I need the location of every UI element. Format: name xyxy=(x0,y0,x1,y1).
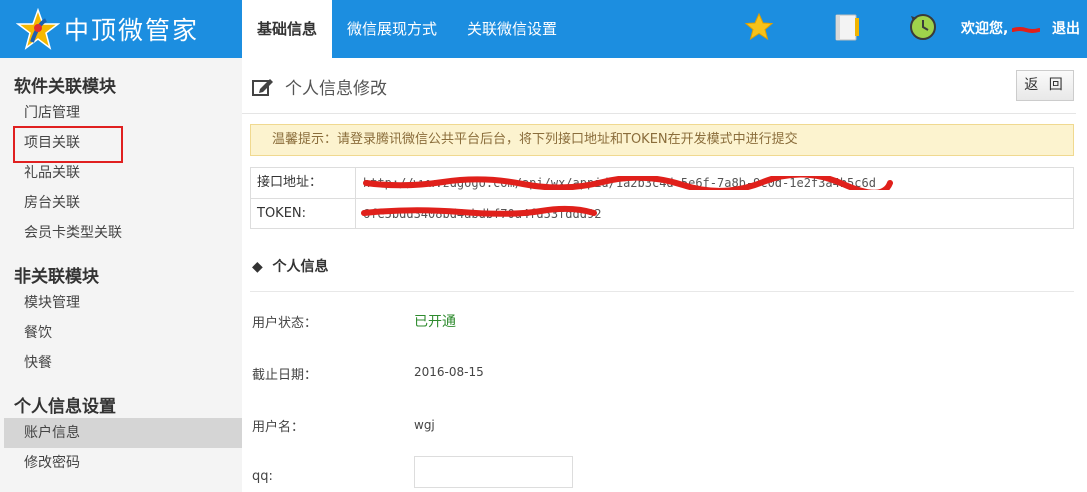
section-personal-info-title: 个人信息 xyxy=(272,259,329,275)
sidebar-item-dining[interactable]: 餐饮 xyxy=(0,318,242,348)
tab-wechat-settings[interactable]: 关联微信设置 xyxy=(452,0,572,58)
qq-input[interactable] xyxy=(414,456,573,488)
diamond-icon: ◆ xyxy=(252,259,273,275)
section-divider xyxy=(250,291,1074,292)
sidebar-section-unlinked: 非关联模块 xyxy=(14,267,99,287)
username-redaction xyxy=(1012,27,1040,33)
main-content: 个人信息修改 返 回 温馨提示：请登录腾讯微信公共平台后台，将下列接口地址和TO… xyxy=(242,58,1087,492)
edit-icon xyxy=(252,79,273,96)
sidebar-item-account-info[interactable]: 账户信息 xyxy=(4,418,242,448)
username-value: wgj xyxy=(414,418,435,432)
app-logo[interactable]: 中顶微管家 xyxy=(16,8,199,50)
section-personal-info: ◆ 个人信息 xyxy=(252,256,329,276)
interface-url-row: 接口地址： http://www.zdgogo.com/api/wx/appid… xyxy=(251,168,1073,198)
history-icon[interactable] xyxy=(908,12,938,42)
tab-basic-info[interactable]: 基础信息 xyxy=(242,0,333,58)
expiry-label: 截止日期： xyxy=(252,368,318,383)
sidebar-item-room-link[interactable]: 房台关联 xyxy=(0,188,242,218)
sidebar-item-membercard-link[interactable]: 会员卡类型关联 xyxy=(0,218,242,248)
interface-token-row: TOKEN: 6fe5bdd3408bd4abdbf70a4fd53fddd92 xyxy=(251,198,1073,228)
expiry-value: 2016-08-15 xyxy=(414,365,484,379)
logo-star-icon xyxy=(16,8,60,50)
qq-label: qq: xyxy=(252,469,273,484)
sidebar-item-change-password[interactable]: 修改密码 xyxy=(0,448,242,478)
notebook-icon[interactable] xyxy=(832,12,862,42)
status-label: 用户状态： xyxy=(252,316,318,331)
page-title: 个人信息修改 xyxy=(285,79,387,99)
page-header: 个人信息修改 返 回 xyxy=(242,58,1076,114)
back-button[interactable]: 返 回 xyxy=(1016,70,1074,101)
sidebar-section-linked: 软件关联模块 xyxy=(14,77,116,97)
sidebar-item-fastfood[interactable]: 快餐 xyxy=(0,348,242,378)
sidebar: 软件关联模块 门店管理 项目关联 礼品关联 房台关联 会员卡类型关联 非关联模块… xyxy=(0,58,242,492)
interface-url-label: 接口地址： xyxy=(251,168,356,198)
tip-banner: 温馨提示：请登录腾讯微信公共平台后台，将下列接口地址和TOKEN在开发模式中进行… xyxy=(250,124,1074,156)
sidebar-section-personal: 个人信息设置 xyxy=(14,397,116,417)
app-logo-text: 中顶微管家 xyxy=(64,16,200,45)
interface-table: 接口地址： http://www.zdgogo.com/api/wx/appid… xyxy=(250,167,1074,229)
username-label: 用户名： xyxy=(252,420,305,435)
main-nav: 基础信息 微信展现方式 关联微信设置 xyxy=(242,0,572,58)
top-navigation-bar: 中顶微管家 基础信息 微信展现方式 关联微信设置 欢迎您, 退出 xyxy=(0,0,1087,58)
status-value: 已开通 xyxy=(414,314,456,330)
interface-token-label: TOKEN: xyxy=(251,199,356,228)
url-redaction xyxy=(363,176,893,190)
tab-wechat-display[interactable]: 微信展现方式 xyxy=(332,0,452,58)
logout-link[interactable]: 退出 xyxy=(1052,0,1080,58)
sidebar-item-module-management[interactable]: 模块管理 xyxy=(0,288,242,318)
star-icon[interactable] xyxy=(744,12,774,42)
annotation-highlight-box xyxy=(13,126,123,163)
sidebar-item-store-management[interactable]: 门店管理 xyxy=(0,98,242,128)
welcome-text: 欢迎您, xyxy=(961,21,1009,37)
token-redaction xyxy=(361,205,597,217)
